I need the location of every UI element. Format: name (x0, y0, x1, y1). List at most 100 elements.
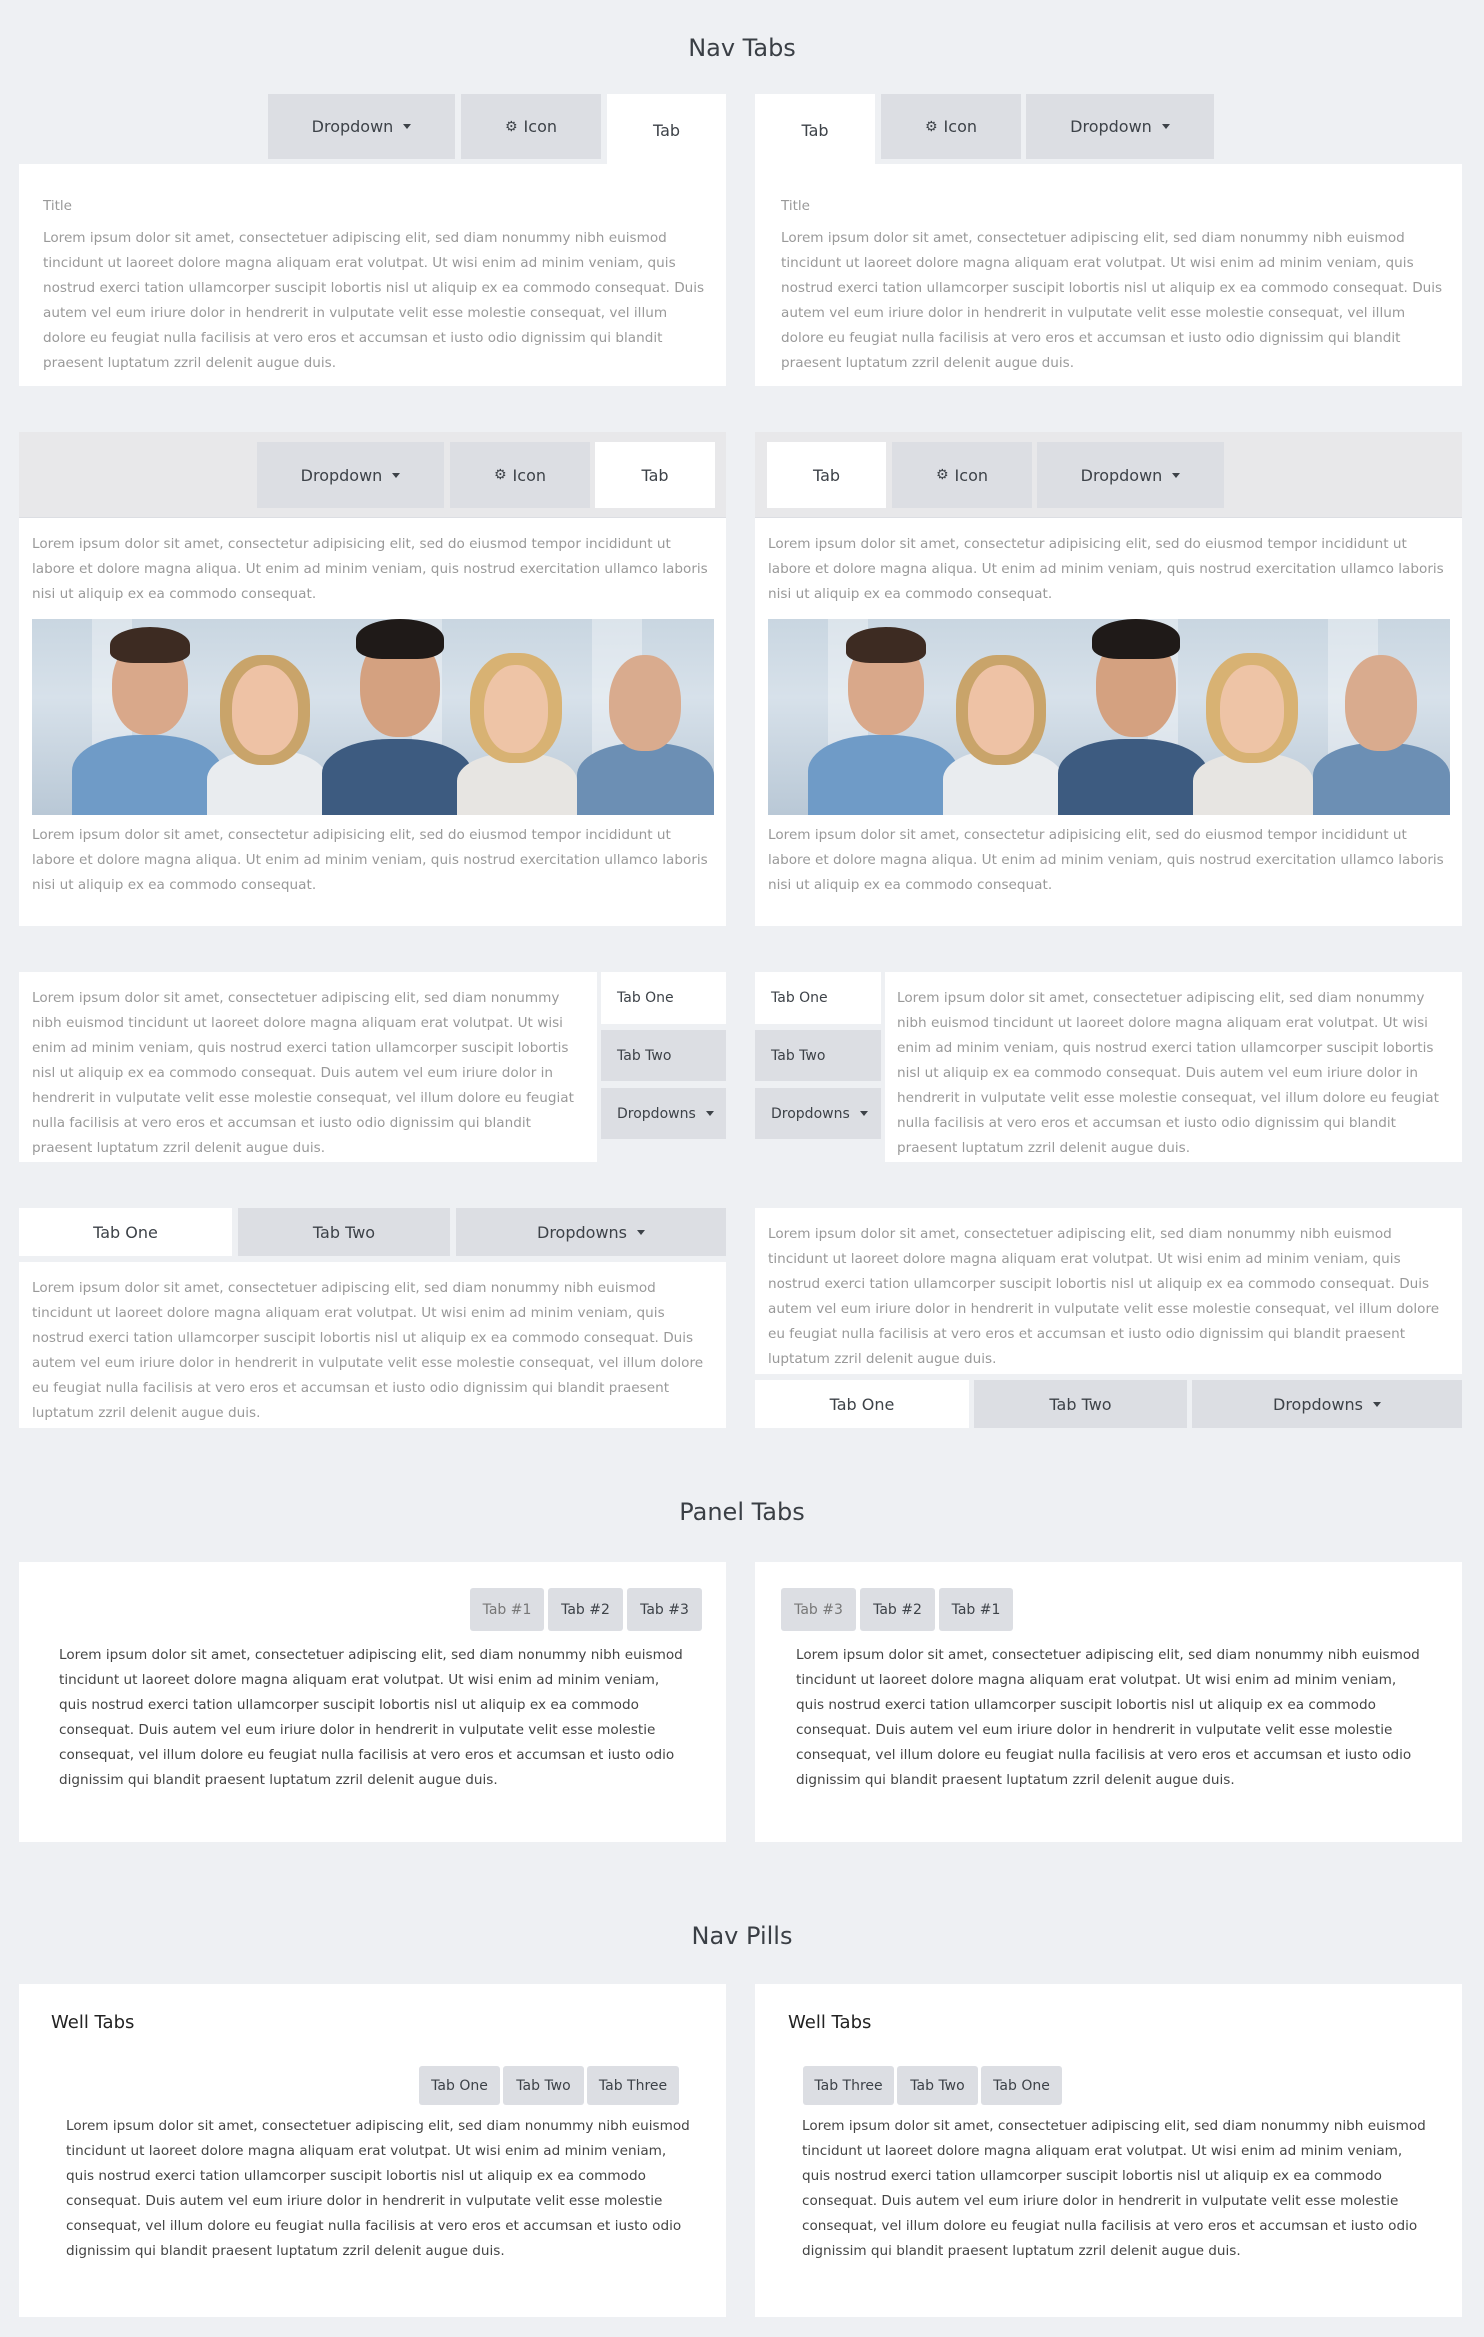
vertical-tab-dropdowns[interactable]: Dropdowns (601, 1088, 726, 1139)
tab-2-label: Tab #2 (873, 1601, 922, 1618)
content-text-top: Lorem ipsum dolor sit amet, consectetur … (768, 536, 1444, 602)
vertical-tab-one[interactable]: Tab One (755, 972, 881, 1024)
dropdown-tab[interactable]: Dropdown (1037, 442, 1224, 508)
pill-tab-three[interactable]: Tab Three (587, 2066, 679, 2105)
tab-one-label: Tab One (829, 1394, 895, 1414)
tab-two-label: Tab Two (910, 2077, 965, 2094)
tab-content-panel: Lorem ipsum dolor sit amet, consectetuer… (885, 972, 1462, 1162)
panel-tab-3[interactable]: Tab #3 (627, 1588, 702, 1631)
tab-two-label: Tab Two (312, 1222, 376, 1242)
tab-label: Tab (652, 120, 681, 140)
content-text-bottom: Lorem ipsum dolor sit amet, consectetur … (32, 827, 708, 893)
caret-down-icon (859, 1111, 868, 1116)
icon-tab[interactable]: ⚙ Icon (892, 442, 1032, 508)
dropdown-label: Dropdown (1070, 117, 1152, 136)
panel-tabs-card: Tab #1 Tab #2 Tab #3 Lorem ipsum dolor s… (19, 1562, 726, 1842)
dropdowns-label: Dropdowns (771, 1105, 850, 1122)
caret-down-icon (403, 124, 412, 129)
well-tabs-card: Well Tabs Tab Three Tab Two Tab One Lore… (755, 1984, 1462, 2317)
tab-two-label: Tab Two (771, 1047, 826, 1064)
icon-tab-label: Icon (512, 465, 546, 485)
icon-tab-label: Icon (954, 465, 988, 485)
content-text-top: Lorem ipsum dolor sit amet, consectetur … (32, 536, 708, 602)
caret-down-icon (637, 1229, 645, 1235)
tab-one-active[interactable]: Tab One (19, 1208, 232, 1256)
icon-tab[interactable]: ⚙ Icon (450, 442, 590, 508)
icon-tab[interactable]: ⚙ Icon (461, 94, 601, 159)
tab-three-label: Tab Three (814, 2077, 883, 2094)
pill-tab-two[interactable]: Tab Two (897, 2066, 978, 2105)
dropdowns-label: Dropdowns (1273, 1394, 1363, 1414)
pill-tab-two[interactable]: Tab Two (503, 2066, 584, 2105)
tab-label: Tab (812, 465, 841, 485)
tab-label: Tab (801, 120, 829, 140)
tab-two[interactable]: Tab Two (238, 1208, 450, 1256)
tab-one-label: Tab One (431, 2077, 488, 2094)
tab-active[interactable]: Tab (767, 442, 886, 508)
dropdowns-label: Dropdowns (537, 1222, 627, 1242)
tab-two[interactable]: Tab Two (974, 1380, 1187, 1428)
gear-icon: ⚙ (924, 118, 938, 135)
caret-down-icon (1172, 472, 1181, 478)
section-title-nav-tabs: Nav Tabs (688, 34, 796, 62)
well-tabs-card: Well Tabs Tab One Tab Two Tab Three Lore… (19, 1984, 726, 2317)
tab-3-label: Tab #3 (794, 1601, 843, 1618)
dropdown-tab[interactable]: Dropdown (257, 442, 444, 508)
tab-two-label: Tab Two (617, 1047, 672, 1064)
tab-content-panel: Lorem ipsum dolor sit amet, consectetuer… (19, 972, 597, 1162)
content-title: Title (781, 198, 810, 214)
content-text: Lorem ipsum dolor sit amet, consectetuer… (43, 230, 705, 371)
vertical-tab-two[interactable]: Tab Two (601, 1030, 726, 1081)
dropdown-label: Dropdown (1080, 465, 1163, 485)
tab-one-active[interactable]: Tab One (755, 1380, 969, 1428)
panel-tabs-card: Tab #3 Tab #2 Tab #1 Lorem ipsum dolor s… (755, 1562, 1462, 1842)
vertical-tab-two[interactable]: Tab Two (755, 1030, 881, 1081)
panel-tab-1[interactable]: Tab #1 (470, 1588, 544, 1631)
panel-tab-3[interactable]: Tab #3 (781, 1588, 856, 1631)
tab-content-panel: Lorem ipsum dolor sit amet, consectetur … (19, 518, 726, 926)
tab-content-panel: Title Lorem ipsum dolor sit amet, consec… (755, 164, 1462, 386)
tab-content-panel: Lorem ipsum dolor sit amet, consectetuer… (19, 1262, 726, 1428)
tab-active[interactable]: Tab (755, 94, 875, 166)
pill-tab-three[interactable]: Tab Three (803, 2066, 894, 2105)
well-tabs-title: Well Tabs (788, 2012, 872, 2033)
tab-one-label: Tab One (93, 1222, 158, 1242)
section-title-panel-tabs: Panel Tabs (679, 1498, 805, 1526)
tab-3-label: Tab #3 (640, 1601, 689, 1618)
vertical-tab-dropdowns[interactable]: Dropdowns (755, 1088, 881, 1139)
panel-tab-2[interactable]: Tab #2 (860, 1588, 935, 1631)
panel-tab-1[interactable]: Tab #1 (939, 1588, 1013, 1631)
tab-1-label: Tab #1 (482, 1601, 532, 1618)
tab-one-label: Tab One (771, 990, 828, 1006)
tab-label: Tab (641, 465, 669, 485)
panel-text: Lorem ipsum dolor sit amet, consectetuer… (59, 1647, 683, 1788)
tab-content-panel: Title Lorem ipsum dolor sit amet, consec… (19, 164, 726, 386)
gear-icon: ⚙ (504, 118, 518, 135)
dropdown-label: Dropdown (311, 117, 394, 136)
team-photo (32, 619, 714, 815)
tab-one-label: Tab One (993, 2077, 1050, 2094)
caret-down-icon (1373, 1401, 1381, 1407)
dropdowns-label: Dropdowns (617, 1105, 696, 1122)
vertical-tab-one[interactable]: Tab One (601, 972, 726, 1024)
content-text: Lorem ipsum dolor sit amet, consectetuer… (768, 1226, 1440, 1367)
dropdown-tab[interactable]: Dropdown (268, 94, 455, 159)
content-title: Title (43, 198, 72, 214)
dropdowns-tab[interactable]: Dropdowns (456, 1208, 726, 1256)
pill-tab-one[interactable]: Tab One (419, 2066, 500, 2105)
section-title-nav-pills: Nav Pills (691, 1922, 793, 1950)
content-text: Lorem ipsum dolor sit amet, consectetuer… (32, 990, 574, 1156)
dropdown-tab[interactable]: Dropdown (1026, 94, 1214, 159)
well-text: Lorem ipsum dolor sit amet, consectetuer… (66, 2118, 690, 2259)
pill-tab-one[interactable]: Tab One (981, 2066, 1062, 2105)
tab-content-panel: Lorem ipsum dolor sit amet, consectetur … (755, 518, 1462, 926)
gear-icon: ⚙ (935, 467, 949, 483)
panel-text: Lorem ipsum dolor sit amet, consectetuer… (796, 1647, 1420, 1788)
tab-active[interactable]: Tab (595, 442, 715, 508)
dropdowns-tab[interactable]: Dropdowns (1192, 1380, 1462, 1428)
tab-active[interactable]: Tab (607, 94, 726, 166)
icon-tab-label: Icon (943, 117, 977, 136)
panel-tab-2[interactable]: Tab #2 (548, 1588, 623, 1631)
dropdown-label: Dropdown (300, 465, 383, 485)
icon-tab[interactable]: ⚙ Icon (881, 94, 1021, 159)
